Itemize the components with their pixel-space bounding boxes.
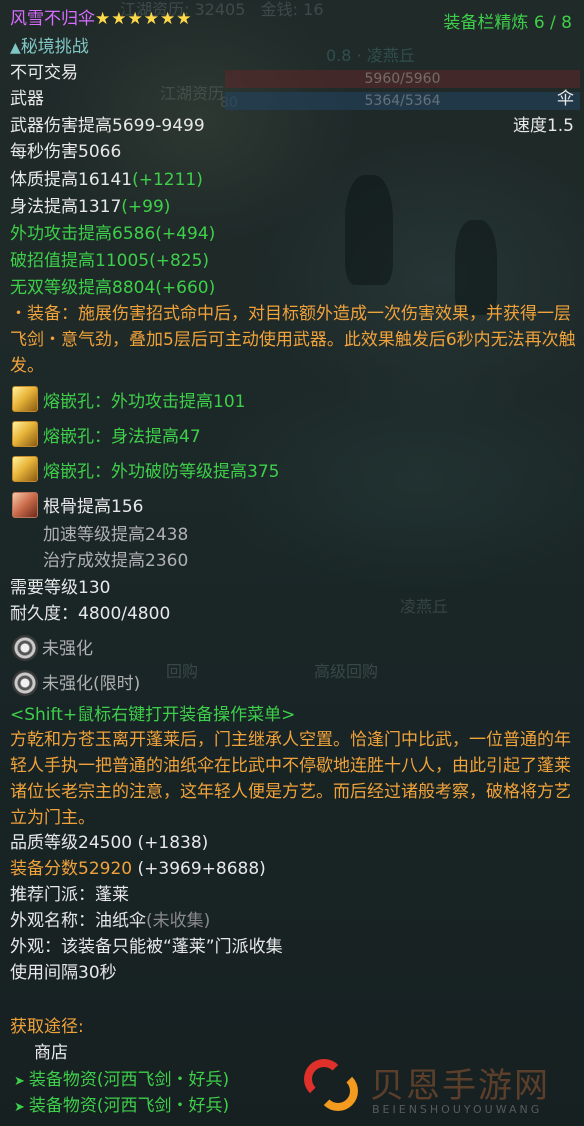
watermark-logo-icon: [300, 1055, 364, 1115]
stat-row: 体质提高16141(+1211): [10, 170, 203, 190]
weapon-damage-row: 武器伤害提高5699-9499 速度1.5: [10, 113, 574, 139]
appearance-note: 外观：该装备只能被“蓬莱”门派收集: [10, 937, 283, 957]
item-tooltip: 风雪不归伞★★★★★★ 装备栏精炼 6 / 8 ▲秘境挑战 不可交易 武器 伞 …: [0, 0, 584, 1126]
watermark-text: 贝恩手游网: [370, 1066, 550, 1106]
shift-hint: <Shift+鼠标右键打开装备操作菜单>: [10, 705, 296, 725]
arrow-right-icon: ➤: [14, 1100, 25, 1115]
weapon-slot: 武器: [10, 89, 44, 109]
strengthen-limited-status: 未强化(限时): [42, 674, 141, 694]
lore-text: 方乾和方苍玉离开蓬莱后，门主继承人空置。恰逢门中比武，一位普通的年轻人手执一把普…: [10, 730, 571, 828]
yellow-gem-icon[interactable]: [12, 421, 38, 447]
stat-row: 外功攻击提高6586(+494): [10, 224, 216, 244]
weapon-type: 伞: [557, 89, 574, 109]
durability: 耐久度：4800/4800: [10, 604, 171, 624]
refine-level: 装备栏精炼 6 / 8: [443, 13, 572, 33]
socket-row: 熔嵌孔：外功破防等级提高375: [43, 462, 280, 482]
quality-level: 品质等级24500 (+1838): [10, 833, 209, 853]
weapon-slot-row: 武器 伞: [10, 86, 574, 112]
equip-effect-text: ・装备：施展伤害招式命中后，对目标额外造成一次伤害效果，并获得一层飞剑・意气劲，…: [10, 304, 576, 376]
enchant-sub: 加速等级提高2438: [43, 525, 189, 545]
enchant-icon[interactable]: [12, 492, 38, 518]
enchant-main: 根骨提高156: [43, 497, 144, 517]
acquire-title: 获取途径:: [10, 1017, 84, 1037]
recommended-school: 推荐门派：蓬莱: [10, 885, 129, 905]
stat-row: 破招值提高11005(+825): [10, 251, 210, 271]
untradeable-label: 不可交易: [10, 63, 78, 83]
yellow-gem-icon[interactable]: [12, 456, 38, 482]
yellow-gem-icon[interactable]: [12, 386, 38, 412]
arrow-right-icon: ➤: [14, 1074, 25, 1089]
droplet-icon: ▲: [10, 40, 21, 56]
star-rating-icon: ★★★★★★: [95, 9, 193, 29]
stat-row: 身法提高1317(+99): [10, 197, 171, 217]
weapon-damage: 武器伤害提高5699-9499: [10, 116, 205, 136]
equipment-score: 装备分数52920 (+3969+8688): [10, 859, 266, 879]
enchant-sub: 治疗成效提高2360: [43, 551, 189, 571]
stat-row: 无双等级提高8804(+660): [10, 278, 216, 298]
weapon-dps: 每秒伤害5066: [10, 142, 122, 162]
socket-row: 熔嵌孔：外功攻击提高101: [43, 392, 246, 412]
strengthen-status: 未强化: [42, 639, 93, 659]
use-cooldown: 使用间隔30秒: [10, 963, 117, 983]
watermark-subtext: BEIENSHOUYOUWANG: [372, 1103, 543, 1116]
strengthen-gear-icon: [12, 670, 38, 696]
appearance-name: 外观名称：油纸伞(未收集): [10, 911, 211, 931]
required-level: 需要等级130: [10, 578, 111, 598]
challenge-label: 秘境挑战: [20, 37, 89, 57]
socket-row: 熔嵌孔：身法提高47: [43, 427, 201, 447]
weapon-speed: 速度1.5: [512, 116, 574, 136]
item-name: 风雪不归伞: [10, 9, 95, 29]
strengthen-gear-icon: [12, 635, 38, 661]
challenge-row: ▲秘境挑战: [10, 34, 574, 60]
